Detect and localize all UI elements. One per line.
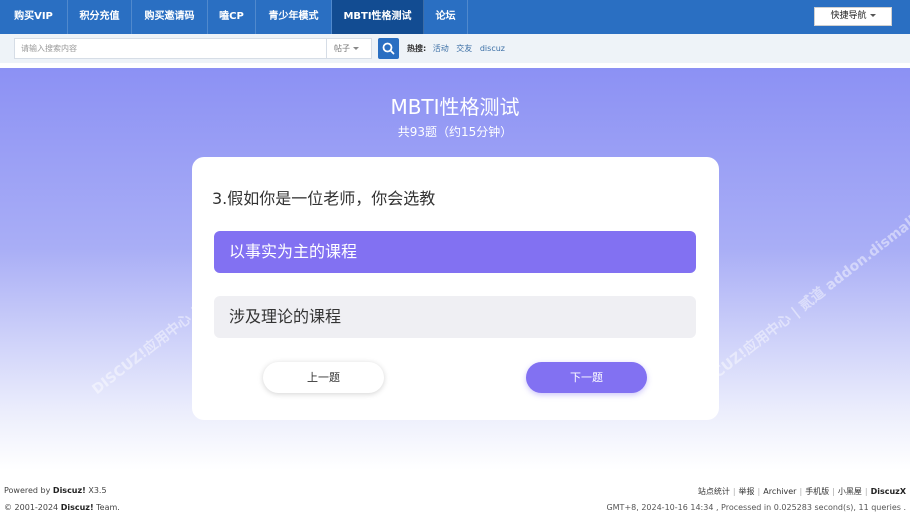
quiz-title: MBTI性格测试 [390,95,520,119]
nav-item-buy-invite-code[interactable]: 购买邀请码 [132,0,208,34]
hot-link[interactable]: 活动 [433,44,449,53]
search-type-select[interactable]: 帖子 [326,38,372,59]
footer-link-archiver[interactable]: Archiver [763,487,796,496]
quick-nav-button[interactable]: 快捷导航 [814,7,892,26]
nav-item-buy-vip[interactable]: 购买VIP [0,0,68,34]
footer-link-blacklist[interactable]: 小黑屋 [838,487,862,496]
footer-link-report[interactable]: 举报 [739,487,755,496]
nav-item-teen-mode[interactable]: 青少年模式 [256,0,332,34]
search-type-label: 帖子 [334,44,350,53]
nav-item-points-recharge[interactable]: 积分充值 [68,0,132,34]
next-question-button[interactable]: 下一题 [526,362,647,393]
powered-by: Powered by Discuz! X3.5 [4,486,107,495]
nav-item-cp[interactable]: 嗑CP [208,0,256,34]
footer-link-stats[interactable]: 站点统计 [698,487,730,496]
footer-link-mobile[interactable]: 手机版 [805,487,829,496]
footer: Powered by Discuz! X3.5 © 2001-2024 Disc… [0,478,910,523]
footer-links: 站点统计 | 举报 | Archiver | 手机版 | 小黑屋 | DiscuzX [697,487,906,496]
answer-option[interactable]: 涉及理论的课程 [214,296,696,338]
footer-status: GMT+8, 2024-10-16 14:34 , Processed in 0… [606,503,906,512]
powered-version: X3.5 [88,486,107,495]
question-card: 3.假如你是一位老师，你会选教 以事实为主的课程 涉及理论的课程 上一题 下一题 [192,157,719,420]
chevron-down-icon [869,14,876,17]
top-nav: 购买VIP 积分充值 购买邀请码 嗑CP 青少年模式 MBTI性格测试 论坛 快… [0,0,910,34]
quiz-subtitle: 共93题（约15分钟） [397,125,513,139]
hot-link[interactable]: 交友 [456,44,472,53]
question-text: 3.假如你是一位老师，你会选教 [212,189,436,208]
quick-nav-label: 快捷导航 [830,11,867,21]
answer-option-selected[interactable]: 以事实为主的课程 [214,231,696,273]
nav-item-forum[interactable]: 论坛 [424,0,468,34]
hot-search: 热搜: 活动 交友 discuz [407,38,510,59]
nav-item-mbti-test[interactable]: MBTI性格测试 [332,0,424,34]
copyright-brand-link[interactable]: Discuz! [61,503,94,512]
quiz-area: DISCUZ!应用中心 | 贰道 addon.dismall.com DISCU… [0,68,910,470]
watermark: DISCUZ!应用中心 | 贰道 addon.dismall.com [689,189,910,398]
search-button[interactable] [378,38,399,59]
powered-prefix: Powered by [4,486,51,495]
search-input[interactable]: 请输入搜索内容 [14,38,326,59]
powered-brand-link[interactable]: Discuz! [53,486,86,495]
search-bar: 请输入搜索内容 帖子 热搜: 活动 交友 discuz [0,34,910,63]
hot-search-label: 热搜: [407,44,427,53]
chevron-down-icon [353,47,359,50]
hot-link[interactable]: discuz [480,44,505,53]
footer-link-discuzx[interactable]: DiscuzX [871,487,906,496]
copyright-prefix: © 2001-2024 [4,503,59,512]
copyright: © 2001-2024 Discuz! Team. [4,503,120,512]
previous-question-button[interactable]: 上一题 [263,362,384,393]
copyright-suffix: Team. [96,503,120,512]
search-icon [382,42,395,55]
